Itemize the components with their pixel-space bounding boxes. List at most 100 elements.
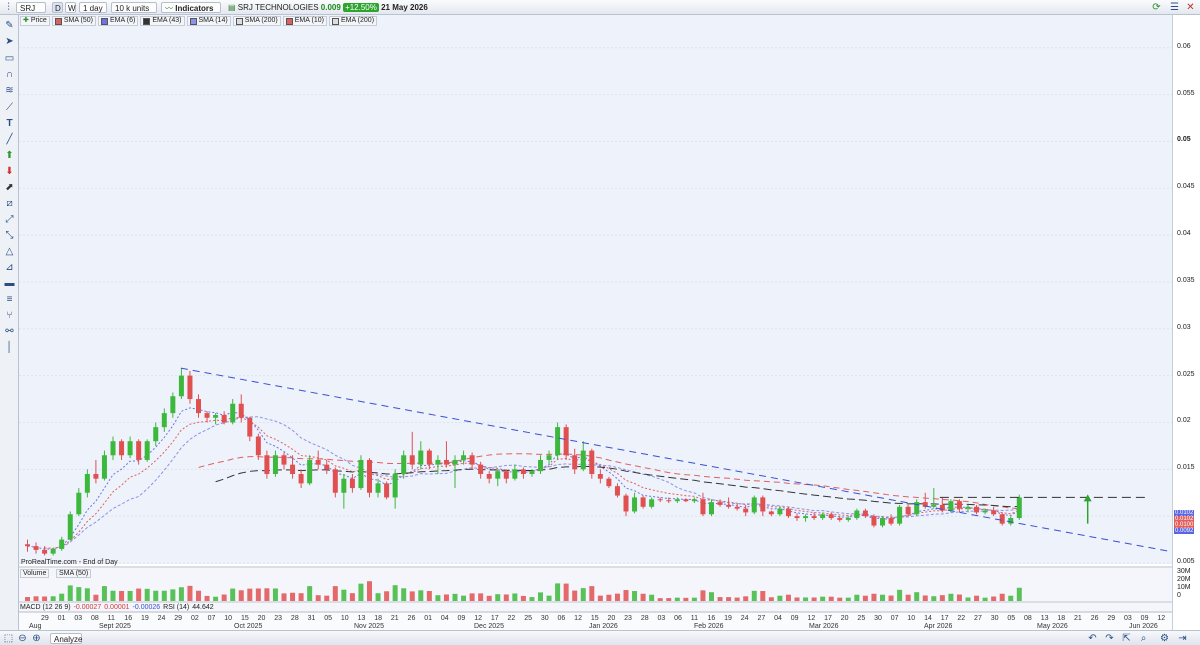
gann-icon[interactable]: ⊿ — [3, 261, 16, 274]
volume-sma-chip[interactable]: SMA (50) — [56, 569, 92, 578]
menu-icon[interactable]: ☰ — [1168, 1, 1181, 14]
x-tick-label: 20 — [608, 615, 616, 622]
zoom-in-icon[interactable]: ⊕ — [30, 632, 43, 645]
zoom-icon[interactable]: ⌕ — [1137, 632, 1150, 645]
candle-body — [349, 478, 355, 489]
x-tick-label: 08 — [91, 615, 99, 622]
candle-body — [597, 474, 603, 479]
volume-bar — [315, 595, 321, 601]
price-axis[interactable]: 0.06 0.055 0.05 0.045 0.04 0.035 0.03 0.025 0.02… — [1172, 15, 1200, 630]
candle-body — [888, 518, 894, 524]
period-w-button[interactable]: W — [65, 2, 76, 13]
levels-icon[interactable]: ≡ — [3, 293, 16, 306]
fib-icon[interactable]: ≋ — [3, 84, 16, 97]
indicators-button[interactable]: 〰 Indicators — [161, 2, 221, 13]
scroll-end-icon[interactable]: ⇥ — [1176, 632, 1189, 645]
legend-label: SMA (14) — [198, 17, 228, 24]
interval-select[interactable]: 1 day — [79, 2, 107, 13]
legend-item[interactable]: SMA (50) — [51, 16, 97, 26]
volume-bar — [657, 598, 663, 601]
symbol-field[interactable]: SRJ — [16, 2, 46, 13]
back-icon[interactable]: ↶ — [1086, 632, 1099, 645]
legend-item[interactable]: SMA (14) — [186, 16, 231, 26]
arrow-diagonal-icon[interactable]: ⬈ — [3, 181, 16, 194]
candle-body — [178, 375, 184, 397]
macd-value-1: -0.00027 — [73, 604, 102, 611]
candle-body — [418, 450, 424, 465]
candle-body — [264, 455, 270, 474]
zoom-out-icon[interactable]: ⊖ — [16, 632, 29, 645]
arrow-down-icon[interactable]: ⬇ — [3, 165, 16, 178]
arrow-up-icon[interactable]: ⬆ — [3, 149, 16, 162]
x-tick-label: 17 — [824, 615, 832, 622]
analyze-label: Analyze — [54, 635, 83, 644]
candle-body — [785, 508, 791, 517]
macd-label[interactable]: MACD (12 26 9) — [20, 603, 71, 612]
legend-item[interactable]: EMA (6) — [98, 16, 139, 26]
volume-bar — [84, 588, 90, 601]
pencil-icon[interactable]: ✎ — [3, 19, 16, 32]
units-select[interactable]: 10 k units — [111, 2, 157, 13]
volume-bar — [956, 594, 962, 601]
volume-bar — [392, 585, 398, 601]
volume-bar — [76, 587, 82, 601]
x-month-label: Nov 2025 — [354, 623, 384, 630]
chart-area[interactable]: 29 01 03 08 11 16 19 24 29 02 07 10 15 20 23 28 31 05 10 13… — [19, 15, 1172, 630]
x-tick-label: 17 — [941, 615, 949, 622]
ruler-icon[interactable]: ▭ — [3, 52, 16, 65]
volume-bar — [760, 591, 766, 601]
volume-bar — [153, 590, 159, 601]
close-icon[interactable]: ✕ — [1184, 1, 1197, 14]
period-d-button[interactable]: D — [52, 2, 63, 13]
candle-body — [580, 450, 586, 470]
price-tick-label: 0.04 — [1177, 230, 1191, 238]
magnet-icon[interactable]: ∩ — [3, 68, 16, 81]
legend-item[interactable]: EMA (10) — [282, 16, 327, 26]
vline-icon[interactable]: │ — [3, 341, 16, 354]
volume-bar — [734, 597, 740, 601]
legend-item[interactable]: SMA (200) — [232, 16, 281, 26]
triangle-icon[interactable]: △ — [3, 245, 16, 258]
segment-icon[interactable]: ⤢ — [3, 213, 16, 226]
refresh-icon[interactable]: ⟳ — [1150, 1, 1163, 14]
legend-label: EMA (200) — [340, 17, 375, 24]
candle-body — [965, 506, 971, 509]
x-tick-label: 30 — [541, 615, 549, 622]
node-icon[interactable]: ⚯ — [3, 325, 16, 338]
volume-bar — [375, 593, 381, 601]
candle-body — [845, 518, 851, 520]
volume-bar — [341, 589, 347, 601]
candle-body — [247, 417, 253, 437]
settings-icon[interactable]: ⚙ — [1158, 632, 1171, 645]
candle-body — [33, 546, 39, 550]
bars-icon[interactable]: ⫶ — [2, 1, 15, 14]
forward-icon[interactable]: ↷ — [1103, 632, 1116, 645]
analyze-button[interactable]: Analyze — [50, 633, 82, 644]
channel-icon[interactable]: ⧄ — [3, 197, 16, 210]
text-icon[interactable]: T — [3, 117, 16, 130]
rsi-label[interactable]: RSI (14) — [163, 603, 189, 612]
volume-label-chip[interactable]: Volume — [20, 569, 50, 578]
candle-body — [221, 414, 227, 423]
fork-icon[interactable]: ⑂ — [3, 309, 16, 322]
period-d-label: D — [55, 4, 61, 13]
candle-body — [803, 516, 809, 519]
price-tick-label: 0.005 — [1177, 558, 1195, 565]
volume-bar — [743, 596, 749, 601]
fit-icon[interactable]: ⇱ — [1120, 632, 1133, 645]
legend-item[interactable]: EMA (200) — [328, 16, 378, 26]
x-tick-label: 24 — [158, 615, 166, 622]
ray-icon[interactable]: ⤡ — [3, 229, 16, 242]
legend-price[interactable]: ✚ Price — [20, 16, 50, 26]
volume-bar — [409, 591, 415, 601]
candle-body — [640, 497, 646, 507]
candle-body — [991, 510, 997, 515]
candle-body — [709, 502, 714, 515]
volume-bar — [401, 588, 407, 601]
legend-item[interactable]: EMA (43) — [140, 16, 185, 26]
chart-nav-icon[interactable]: ⬚ — [2, 632, 15, 645]
cursor-icon[interactable]: ➤ — [3, 35, 16, 48]
trend-icon[interactable]: ⟋ — [3, 101, 16, 114]
rect-icon[interactable]: ▬ — [3, 277, 16, 290]
line-icon[interactable]: ╱ — [3, 133, 16, 146]
